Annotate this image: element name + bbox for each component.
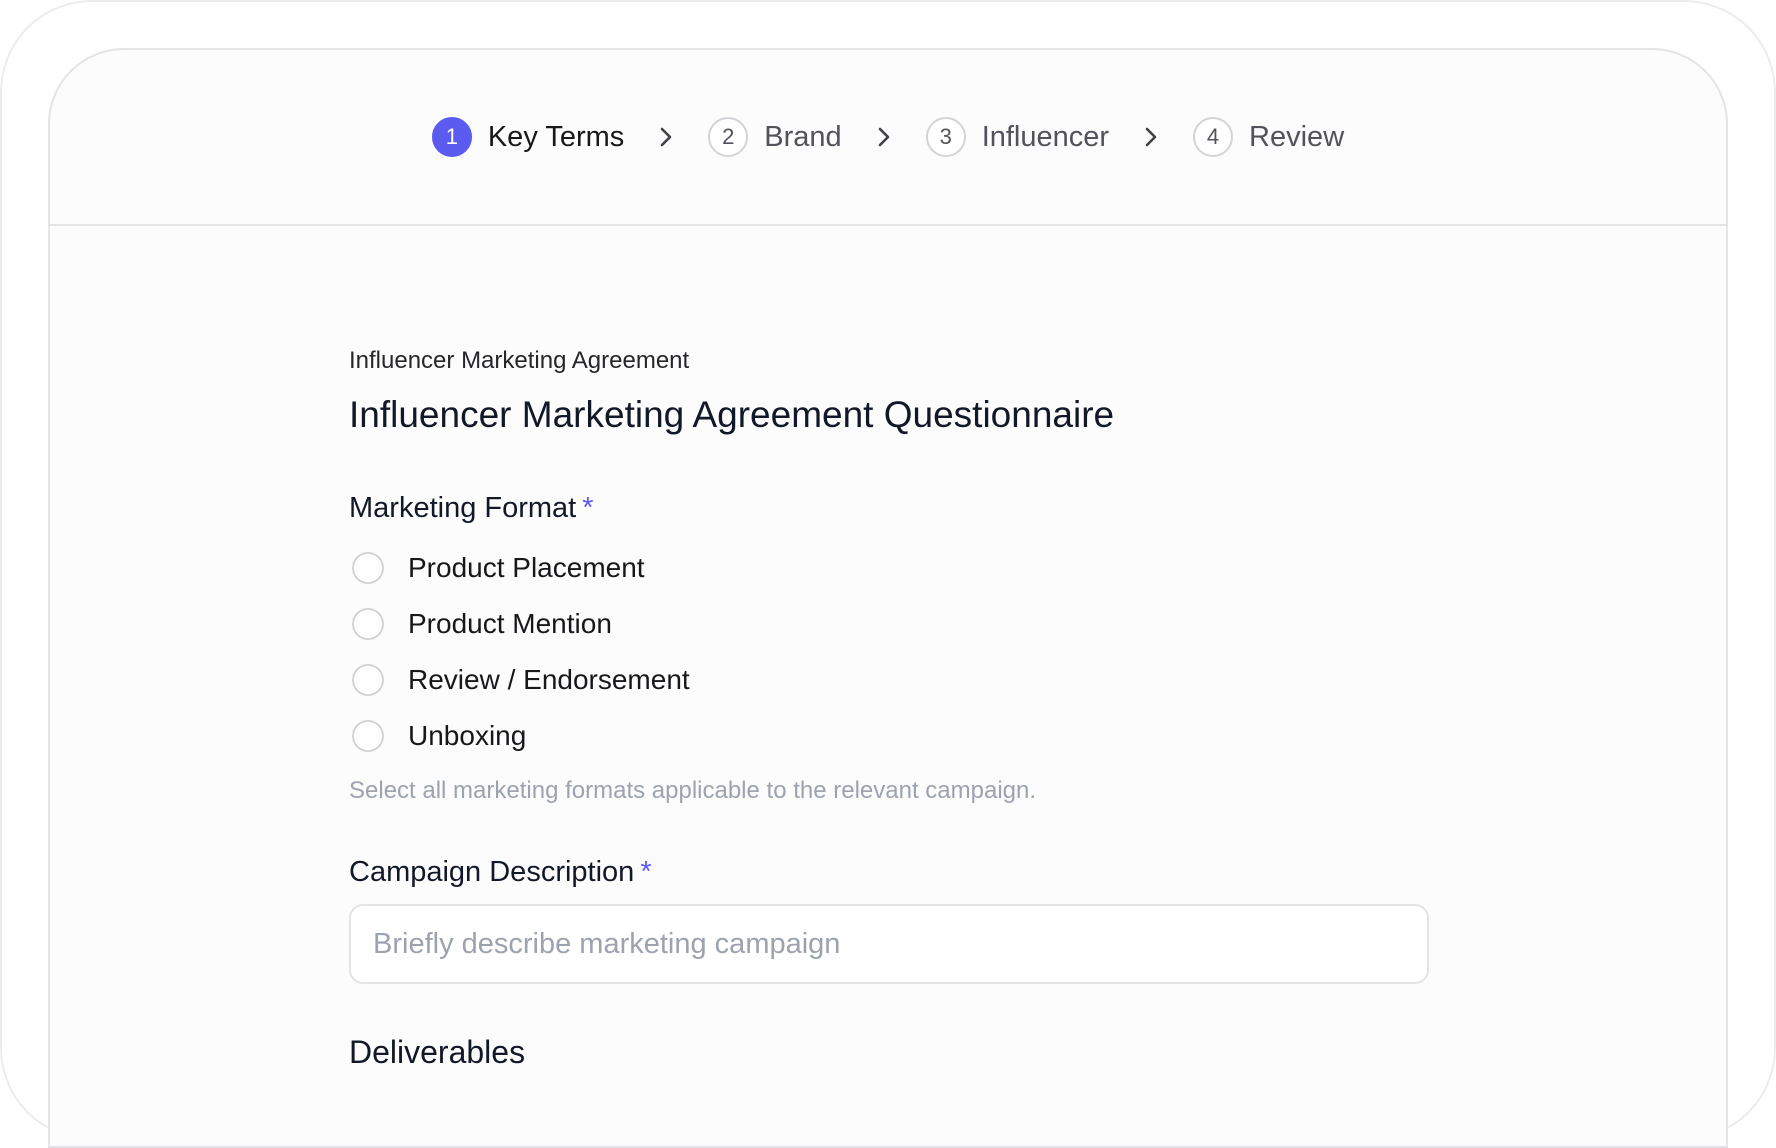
step-label: Review: [1249, 120, 1345, 153]
step-number: 4: [1193, 117, 1234, 157]
step-label: Influencer: [981, 120, 1110, 153]
required-asterisk: *: [640, 856, 652, 888]
step-review[interactable]: 4 Review: [1193, 117, 1344, 157]
step-brand[interactable]: 2 Brand: [708, 117, 842, 157]
option-unboxing[interactable]: Unboxing: [349, 708, 1429, 764]
app-window: 1 Key Terms 2 Brand 3 Influencer 4 Revie…: [48, 48, 1728, 1148]
marketing-format-label: Marketing Format *: [349, 490, 1429, 526]
deliverables-heading: Deliverables: [349, 1034, 526, 1070]
stepper: 1 Key Terms 2 Brand 3 Influencer 4 Revie…: [50, 116, 1726, 158]
step-number: 2: [708, 117, 749, 157]
step-influencer[interactable]: 3 Influencer: [925, 117, 1110, 157]
chevron-right-icon: [624, 117, 708, 157]
stepper-header: 1 Key Terms 2 Brand 3 Influencer 4 Revie…: [50, 50, 1726, 226]
option-label: Product Mention: [408, 608, 612, 639]
campaign-description-label-text: Campaign Description: [349, 856, 635, 888]
campaign-description-input[interactable]: [349, 904, 1429, 984]
document-type-label: Influencer Marketing Agreement: [349, 347, 690, 374]
option-label: Product Placement: [408, 552, 645, 583]
option-label: Unboxing: [408, 720, 527, 751]
step-number: 1: [431, 117, 472, 157]
required-asterisk: *: [582, 492, 594, 524]
radio-button[interactable]: [352, 664, 384, 696]
marketing-format-help-text: Select all marketing formats applicable …: [349, 777, 1037, 804]
option-label: Review / Endorsement: [408, 664, 690, 695]
chevron-right-icon: [1109, 117, 1193, 157]
marketing-format-options: Product Placement Product Mention Review…: [349, 540, 1429, 764]
option-product-mention[interactable]: Product Mention: [349, 596, 1429, 652]
radio-button[interactable]: [352, 608, 384, 640]
form-content: Influencer Marketing Agreement Influence…: [349, 346, 1429, 1072]
campaign-description-label: Campaign Description *: [349, 854, 1429, 890]
step-label: Brand: [764, 120, 842, 153]
step-label: Key Terms: [487, 120, 625, 153]
option-product-placement[interactable]: Product Placement: [349, 540, 1429, 596]
page-title: Influencer Marketing Agreement Questionn…: [349, 394, 1115, 435]
chevron-right-icon: [842, 117, 926, 157]
radio-button[interactable]: [352, 552, 384, 584]
radio-button[interactable]: [352, 720, 384, 752]
marketing-format-label-text: Marketing Format: [349, 492, 577, 524]
option-review-endorsement[interactable]: Review / Endorsement: [349, 652, 1429, 708]
step-number: 3: [925, 117, 966, 157]
step-key-terms[interactable]: 1 Key Terms: [431, 117, 625, 157]
